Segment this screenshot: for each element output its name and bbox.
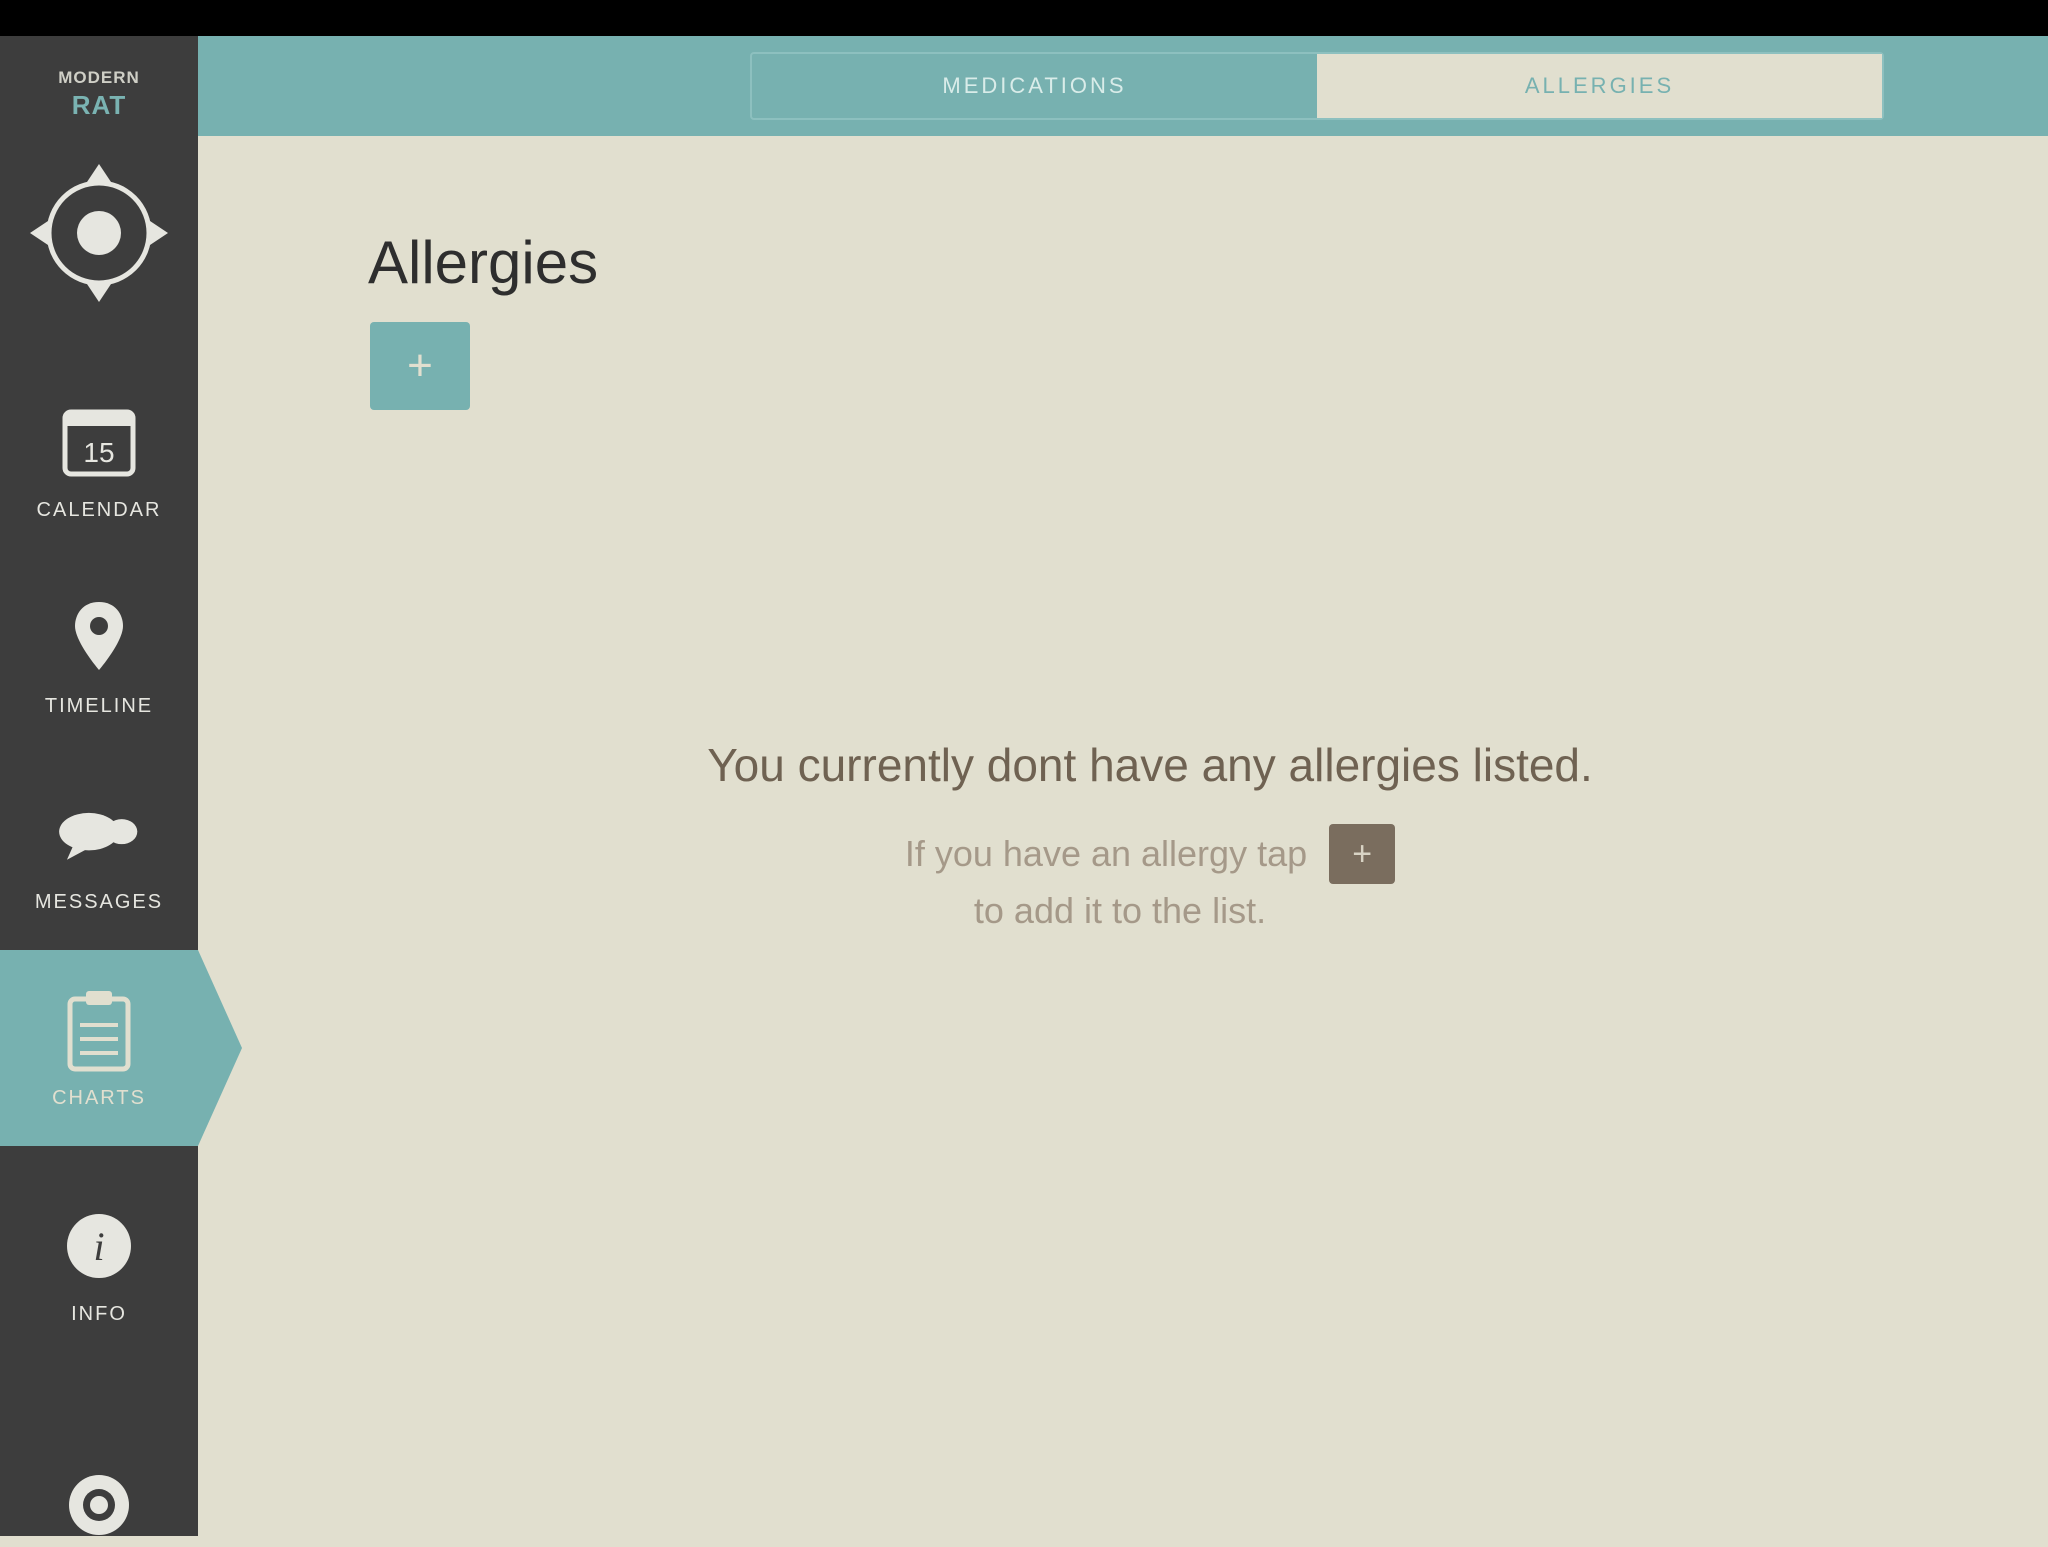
page-title: Allergies bbox=[368, 229, 599, 297]
sidebar-item-calendar[interactable]: 15 Calendar bbox=[0, 362, 198, 558]
sidebar-item-label: Timeline bbox=[44, 694, 154, 717]
info-icon: i bbox=[56, 1203, 142, 1289]
map-pin-icon bbox=[56, 595, 142, 681]
sidebar-item-label: Calendar bbox=[36, 498, 162, 521]
add-allergy-button[interactable]: + bbox=[370, 322, 470, 410]
gear-icon[interactable] bbox=[62, 1468, 136, 1542]
sidebar-item-charts[interactable]: Charts bbox=[0, 950, 242, 1146]
svg-text:15: 15 bbox=[83, 437, 114, 468]
empty-state-hint-text: If you have an allergy tap bbox=[904, 833, 1308, 874]
sidebar-item-label: Charts bbox=[52, 1086, 146, 1109]
logo-line1: MODERN bbox=[58, 67, 140, 87]
dpad-icon[interactable] bbox=[24, 158, 174, 308]
status-bar bbox=[0, 0, 2048, 36]
logo-line2: RAT bbox=[71, 89, 127, 120]
empty-state-hint-text-2: to add it to the list. bbox=[973, 890, 1267, 931]
tab-allergies[interactable]: Allergies bbox=[1317, 54, 1882, 118]
tab-medications[interactable]: Medications bbox=[752, 54, 1317, 118]
svg-text:i: i bbox=[93, 1224, 104, 1269]
empty-state-headline: You currently dont have any allergies li… bbox=[707, 739, 1593, 791]
sidebar-item-label: Messages bbox=[34, 890, 164, 913]
empty-state: You currently dont have any allergies li… bbox=[600, 738, 1700, 932]
sidebar-item-label: Info bbox=[71, 1302, 127, 1325]
clipboard-icon bbox=[56, 987, 142, 1073]
sidebar: MODERN RAT 15 Calendar bbox=[0, 36, 242, 1536]
calendar-icon: 15 bbox=[56, 399, 142, 485]
app-logo: MODERN RAT bbox=[34, 54, 164, 134]
top-bar: Medications Allergies bbox=[198, 36, 2048, 136]
sidebar-item-info[interactable]: i Info bbox=[0, 1166, 198, 1362]
inline-plus-button[interactable]: + bbox=[1329, 824, 1396, 884]
sidebar-item-timeline[interactable]: Timeline bbox=[0, 558, 198, 754]
chat-bubble-icon bbox=[56, 791, 142, 877]
segmented-control: Medications Allergies bbox=[750, 52, 1884, 120]
empty-state-hint: If you have an allergy tap + bbox=[600, 824, 1700, 884]
sidebar-item-messages[interactable]: Messages bbox=[0, 754, 198, 950]
